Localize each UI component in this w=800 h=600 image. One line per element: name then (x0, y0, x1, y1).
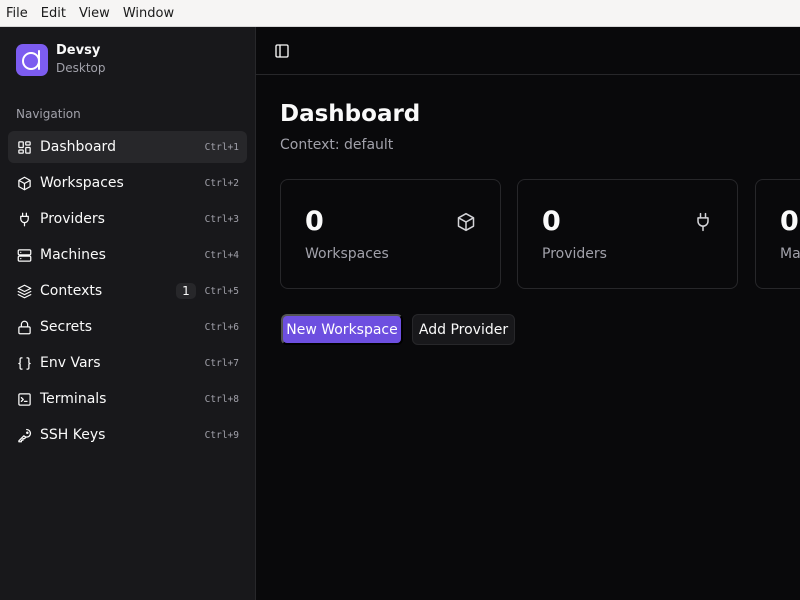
sidebar-item-label: Secrets (40, 319, 93, 335)
shortcut-hint: Ctrl+5 (204, 285, 239, 297)
stat-value: 0 (780, 206, 799, 237)
cube-icon (16, 175, 32, 191)
add-provider-button[interactable]: Add Provider (412, 314, 515, 345)
stat-value: 0 (542, 206, 561, 237)
menu-file[interactable]: File (6, 0, 28, 27)
sidebar-item-label: Env Vars (40, 355, 101, 371)
brand-name: Devsy (56, 43, 101, 58)
menu-window[interactable]: Window (123, 0, 174, 27)
brand[interactable]: Devsy Desktop (16, 43, 106, 77)
cube-icon (456, 212, 476, 232)
dashboard-icon (16, 139, 32, 155)
sidebar: Devsy Desktop Navigation Dashboard Ctrl+… (0, 27, 256, 600)
sidebar-item-contexts[interactable]: Contexts 1 Ctrl+5 (8, 275, 247, 307)
key-icon (16, 427, 32, 443)
stat-value: 0 (305, 206, 324, 237)
shortcut-hint: Ctrl+1 (204, 141, 239, 153)
app-logo-icon (16, 44, 48, 76)
shortcut-hint: Ctrl+2 (204, 177, 239, 189)
shortcut-hint: Ctrl+8 (204, 393, 239, 405)
sidebar-item-label: Terminals (40, 391, 107, 407)
lock-icon (16, 319, 32, 335)
top-bar (256, 27, 800, 75)
shortcut-hint: Ctrl+3 (204, 213, 239, 225)
shortcut-hint: Ctrl+4 (204, 249, 239, 261)
sidebar-item-dashboard[interactable]: Dashboard Ctrl+1 (8, 131, 247, 163)
sidebar-item-label: Contexts (40, 283, 103, 299)
sidebar-item-ssh-keys[interactable]: SSH Keys Ctrl+9 (8, 419, 247, 451)
new-workspace-button[interactable]: New Workspace (281, 314, 403, 345)
sidebar-item-label: SSH Keys (40, 427, 106, 443)
brand-subtitle: Desktop (56, 61, 106, 75)
sidebar-item-terminals[interactable]: Terminals Ctrl+8 (8, 383, 247, 415)
sidebar-toggle-icon[interactable] (274, 43, 290, 59)
sidebar-item-machines[interactable]: Machines Ctrl+4 (8, 239, 247, 271)
stat-card-machines[interactable]: 0 Machines (755, 179, 800, 289)
sidebar-item-label: Machines (40, 247, 106, 263)
sidebar-item-secrets[interactable]: Secrets Ctrl+6 (8, 311, 247, 343)
nav-section-label: Navigation (16, 107, 81, 121)
menu-bar: File Edit View Window (0, 0, 800, 27)
stat-card-workspaces[interactable]: 0 Workspaces (280, 179, 501, 289)
braces-icon (16, 355, 32, 371)
server-icon (16, 247, 32, 263)
count-badge: 1 (176, 283, 196, 299)
shortcut-hint: Ctrl+7 (204, 357, 239, 369)
sidebar-item-providers[interactable]: Providers Ctrl+3 (8, 203, 247, 235)
sidebar-item-env-vars[interactable]: Env Vars Ctrl+7 (8, 347, 247, 379)
stat-card-providers[interactable]: 0 Providers (517, 179, 738, 289)
sidebar-item-label: Workspaces (40, 175, 124, 191)
menu-edit[interactable]: Edit (41, 0, 66, 27)
sidebar-nav: Dashboard Ctrl+1 Workspaces Ctrl+2 Provi… (8, 131, 247, 455)
stat-label: Providers (542, 246, 607, 262)
stats-cards: 0 Workspaces 0 Providers 0 Machines (280, 75, 800, 335)
sidebar-item-label: Dashboard (40, 139, 116, 155)
menu-view[interactable]: View (79, 0, 110, 27)
sidebar-item-label: Providers (40, 211, 105, 227)
shortcut-hint: Ctrl+6 (204, 321, 239, 333)
layers-icon (16, 283, 32, 299)
shortcut-hint: Ctrl+9 (204, 429, 239, 441)
terminal-icon (16, 391, 32, 407)
sidebar-item-workspaces[interactable]: Workspaces Ctrl+2 (8, 167, 247, 199)
plug-icon (693, 212, 713, 232)
plug-icon (16, 211, 32, 227)
stat-label: Machines (780, 246, 800, 262)
stat-label: Workspaces (305, 246, 389, 262)
